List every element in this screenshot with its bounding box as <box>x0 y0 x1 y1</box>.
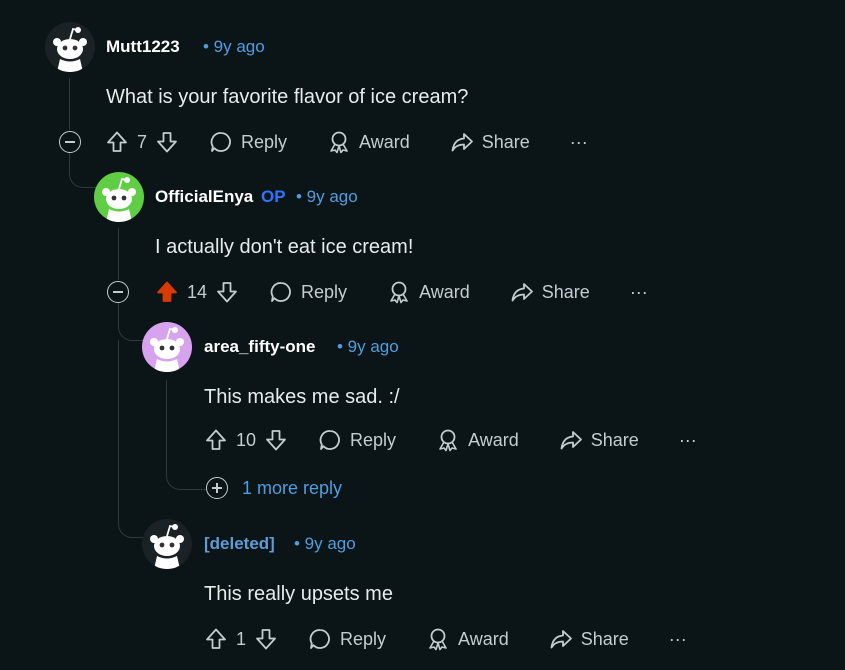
upvote-button[interactable] <box>204 627 228 651</box>
thread-connector <box>166 458 207 490</box>
reply-button[interactable]: Reply <box>269 280 347 304</box>
share-icon <box>559 428 583 452</box>
vote-count: 1 <box>236 628 247 649</box>
snoo-avatar-icon <box>142 519 192 569</box>
award-label: Award <box>359 131 410 152</box>
more-options-button[interactable]: ··· <box>630 282 648 303</box>
comment-action-bar: 1 Reply Award Share ··· <box>204 623 687 655</box>
award-button[interactable]: Award <box>327 130 410 154</box>
upvote-button[interactable] <box>204 428 228 452</box>
comment-text: What is your favorite flavor of ice crea… <box>106 86 469 108</box>
comment-timestamp[interactable]: • 9y ago <box>337 337 399 357</box>
reply-icon <box>209 130 233 154</box>
award-label: Award <box>468 429 519 450</box>
comment-username: [deleted] <box>204 534 275 553</box>
upvote-icon <box>204 627 228 651</box>
avatar[interactable] <box>45 22 95 72</box>
expand-plus-icon <box>206 477 228 499</box>
comment-timestamp[interactable]: • 9y ago <box>296 187 358 207</box>
thread-connector <box>118 480 145 538</box>
share-icon <box>510 280 534 304</box>
comment-action-bar: 10 Reply Award Share ··· <box>204 424 697 456</box>
reply-icon <box>269 280 293 304</box>
share-button[interactable]: Share <box>510 280 590 304</box>
username-text: OfficialEnya <box>155 187 254 206</box>
thread-line <box>118 228 119 280</box>
comment-action-bar: 7 Reply Award Share ··· <box>105 126 588 158</box>
award-button[interactable]: Award <box>436 428 519 452</box>
more-options-button[interactable]: ··· <box>669 629 687 650</box>
comment-timestamp[interactable]: • 9y ago <box>294 534 356 554</box>
share-label: Share <box>590 429 639 450</box>
op-badge: OP <box>261 187 286 206</box>
snoo-avatar-icon <box>94 172 144 222</box>
comment-text: I actually don't eat ice cream! <box>155 236 414 258</box>
thread-connector <box>118 303 145 341</box>
more-replies-link[interactable]: 1 more reply <box>206 477 342 499</box>
vote-count: 10 <box>236 429 257 450</box>
downvote-button[interactable] <box>264 428 288 452</box>
reply-label: Reply <box>340 628 387 649</box>
share-button[interactable]: Share <box>559 428 639 452</box>
award-icon <box>436 428 460 452</box>
upvote-icon <box>105 130 129 154</box>
more-replies-label: 1 more reply <box>242 477 343 498</box>
avatar[interactable] <box>142 322 192 372</box>
comment-timestamp[interactable]: • 9y ago <box>203 37 265 57</box>
upvote-button[interactable] <box>155 280 179 304</box>
reply-button[interactable]: Reply <box>209 130 287 154</box>
award-label: Award <box>458 628 509 649</box>
upvote-button[interactable] <box>105 130 129 154</box>
snoo-avatar-icon <box>45 22 95 72</box>
thread-connector <box>69 153 96 188</box>
share-label: Share <box>580 628 629 649</box>
thread-line <box>118 340 119 492</box>
share-button[interactable]: Share <box>450 130 530 154</box>
share-button[interactable]: Share <box>549 627 629 651</box>
award-icon <box>327 130 351 154</box>
thread-line <box>166 380 167 460</box>
collapse-thread-button[interactable] <box>107 281 129 303</box>
comment-username[interactable]: area_fifty-one <box>204 337 315 357</box>
vote-count: 14 <box>187 281 208 302</box>
comment-action-bar: 14 Reply Award Share ··· <box>155 276 648 308</box>
award-button[interactable]: Award <box>426 627 509 651</box>
share-icon <box>549 627 573 651</box>
comment-text: This makes me sad. :/ <box>204 386 400 408</box>
reply-label: Reply <box>350 429 397 450</box>
award-button[interactable]: Award <box>387 280 470 304</box>
share-icon <box>450 130 474 154</box>
comment-username[interactable]: OfficialEnya OP <box>155 187 286 207</box>
downvote-button[interactable] <box>215 280 239 304</box>
more-options-button[interactable]: ··· <box>570 132 588 153</box>
reply-label: Reply <box>301 281 348 302</box>
reply-label: Reply <box>241 131 288 152</box>
share-label: Share <box>481 131 530 152</box>
snoo-avatar-icon <box>142 322 192 372</box>
thread-line <box>69 78 70 130</box>
comment-username[interactable]: Mutt1223 <box>106 37 180 57</box>
award-icon <box>387 280 411 304</box>
reply-icon <box>308 627 332 651</box>
reply-icon <box>318 428 342 452</box>
upvote-active-icon <box>155 280 179 304</box>
more-options-button[interactable]: ··· <box>679 430 697 451</box>
downvote-button[interactable] <box>155 130 179 154</box>
comment-text: This really upsets me <box>204 583 393 605</box>
downvote-icon <box>254 627 278 651</box>
avatar[interactable] <box>142 519 192 569</box>
upvote-icon <box>204 428 228 452</box>
downvote-icon <box>155 130 179 154</box>
downvote-icon <box>264 428 288 452</box>
share-label: Share <box>541 281 590 302</box>
reply-button[interactable]: Reply <box>318 428 396 452</box>
avatar[interactable] <box>94 172 144 222</box>
downvote-button[interactable] <box>254 627 278 651</box>
downvote-icon <box>215 280 239 304</box>
collapse-thread-button[interactable] <box>59 131 81 153</box>
reply-button[interactable]: Reply <box>308 627 386 651</box>
vote-count: 7 <box>137 131 148 152</box>
award-icon <box>426 627 450 651</box>
award-label: Award <box>419 281 470 302</box>
